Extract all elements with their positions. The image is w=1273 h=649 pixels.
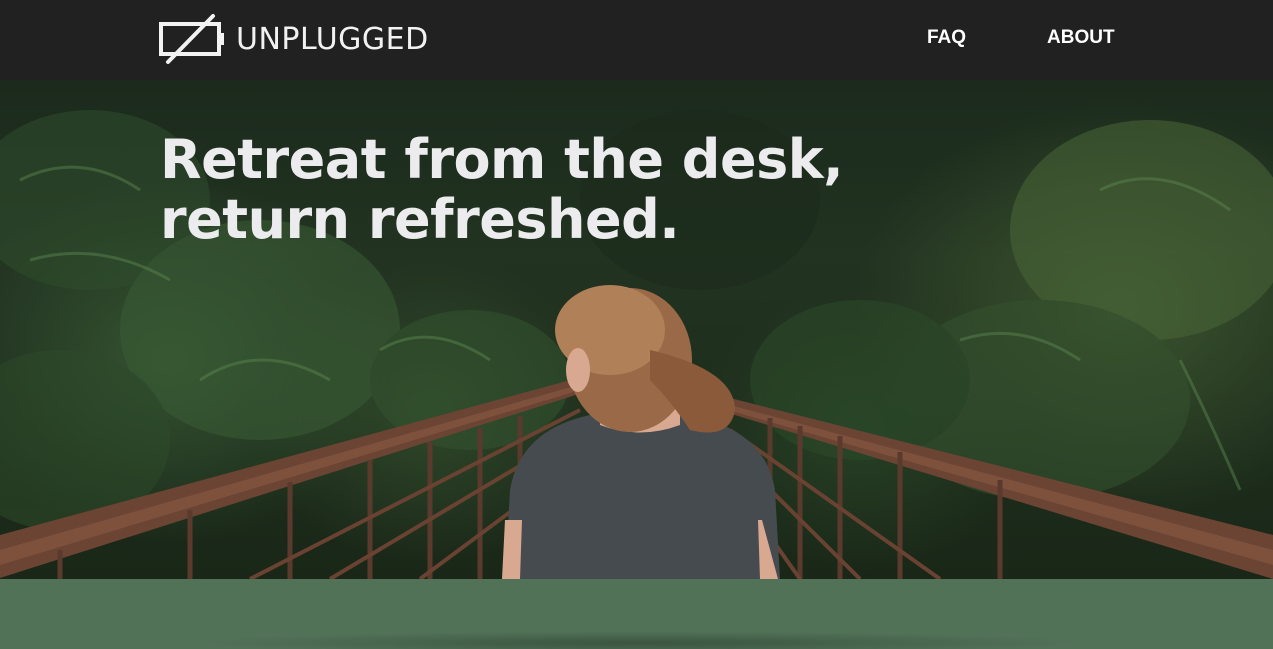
headline-line-2: return refreshed. [160, 188, 680, 251]
green-band-section [0, 579, 1273, 649]
headline-line-1: Retreat from the desk, [160, 128, 844, 191]
nav-faq-link[interactable]: FAQ [927, 27, 966, 49]
battery-slash-icon [159, 14, 224, 64]
nav-about-link[interactable]: ABOUT [1047, 27, 1115, 49]
navbar: UNPLUGGED FAQ ABOUT [0, 0, 1273, 80]
hero-section: Retreat from the desk, return refreshed. [0, 80, 1273, 579]
hero-headline: Retreat from the desk, return refreshed. [160, 130, 880, 250]
brand-name: UNPLUGGED [236, 21, 429, 57]
card-shadow [190, 631, 1090, 649]
logo-link[interactable]: UNPLUGGED [158, 12, 429, 66]
